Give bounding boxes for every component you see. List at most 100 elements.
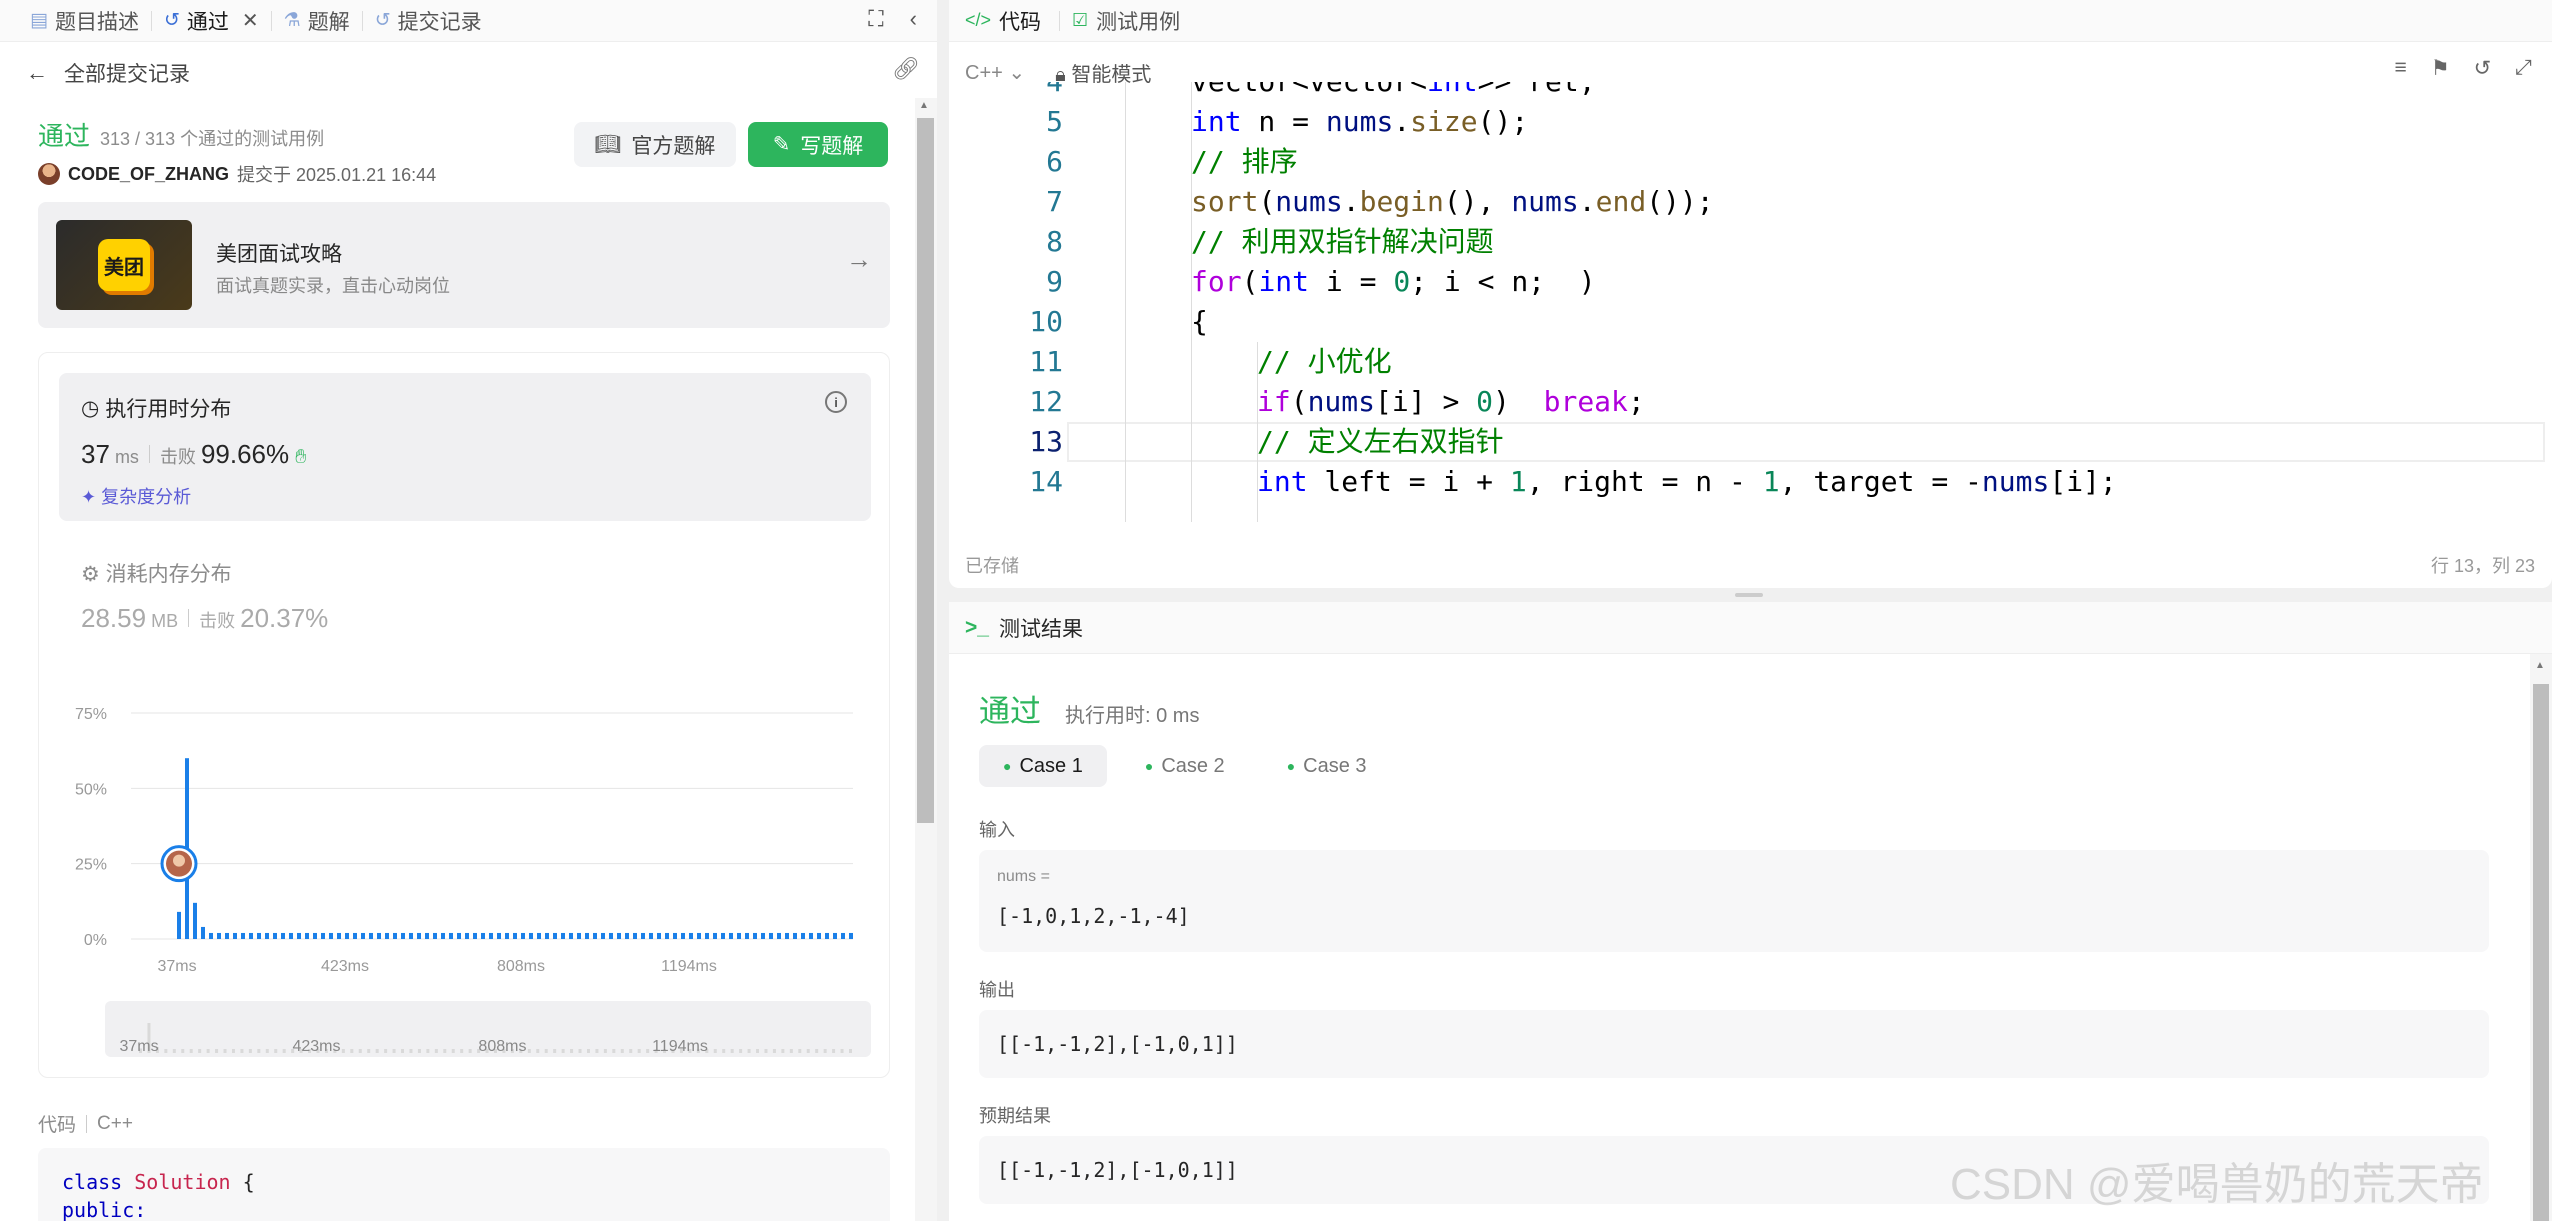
bar (449, 932, 453, 939)
editor-status-bar: 已存储 行 13，列 23 (965, 552, 2535, 578)
x-tick-label: 808ms (497, 958, 545, 973)
panel-resize-handle[interactable] (1735, 593, 1763, 597)
y-tick-label: 0% (84, 932, 107, 949)
scrollbar-thumb[interactable] (917, 118, 934, 823)
clap-icon: ✋︎ (295, 446, 307, 468)
code-token: // 定义左右双指针 (1257, 425, 1504, 458)
tab-divider (361, 10, 363, 31)
bar (241, 932, 245, 939)
line-number: 5 (1046, 105, 1063, 138)
scrollbar-thumb[interactable] (2533, 684, 2549, 1221)
bar (793, 932, 797, 939)
bar (305, 932, 309, 939)
pass-dot-icon: ● (1003, 758, 1012, 774)
mini-bar (434, 1049, 438, 1053)
official-solution-button[interactable]: 📖︎ 官方题解 (574, 122, 736, 167)
editor-tools: ≡ ⚑ ↺ ⤢ (2394, 56, 2532, 81)
code-token: ; i < n; ) (1410, 265, 1596, 298)
bar (601, 932, 605, 939)
write-solution-button[interactable]: ✎ 写题解 (748, 122, 888, 167)
runtime-values: 37 ms 击败 99.66% ✋︎ (81, 439, 307, 470)
case-tab[interactable]: ● Case 3 (1263, 745, 1391, 787)
tab-code[interactable]: </> 代码 (965, 6, 1041, 36)
complexity-link[interactable]: ✦ 复杂度分析 (81, 483, 191, 509)
line-number-gutter: 4 5 6 7 8 9 10 11 12 13 14 (949, 82, 1063, 522)
mini-bar (730, 1049, 734, 1053)
left-scrollbar[interactable]: ▲ (915, 98, 937, 1221)
code-token: if (1257, 385, 1291, 418)
code-token: [i]; (2049, 465, 2117, 498)
back-arrow-icon[interactable]: ← (26, 60, 48, 86)
scroll-up-icon[interactable]: ▲ (2535, 660, 2545, 671)
runtime-distribution-chart[interactable]: 75% 50% 25% 0% 37ms 423ms 808ms 1194ms (39, 693, 891, 973)
scroll-up-icon[interactable]: ▲ (919, 100, 929, 111)
results-title[interactable]: 测试结果 (999, 613, 1083, 643)
author-name[interactable]: CODE_OF_ZHANG (68, 164, 229, 185)
collapse-icon[interactable]: ‹ (910, 6, 917, 32)
tab-testcases[interactable]: ☑ 测试用例 (1072, 6, 1180, 36)
code-line: for(int i = 0; i < n; ) (1191, 262, 1596, 302)
mini-bar (823, 1049, 827, 1053)
x-tick-label: 1194ms (661, 958, 717, 973)
mini-bar (375, 1049, 379, 1053)
chart-range-slider[interactable]: 37ms 423ms 808ms 1194ms (105, 1001, 871, 1057)
mini-bar (443, 1049, 447, 1053)
mini-bar (401, 1049, 405, 1053)
document-icon: ▤ (30, 10, 48, 31)
mini-bar (164, 1049, 168, 1053)
info-icon[interactable]: i (825, 391, 847, 413)
bar (689, 932, 693, 939)
bar (625, 932, 629, 939)
avatar[interactable] (38, 163, 60, 185)
mini-bar (612, 1049, 616, 1053)
all-submissions-link[interactable]: 全部提交记录 (64, 58, 190, 88)
bar (641, 932, 645, 939)
bar (401, 932, 405, 939)
bar (721, 932, 725, 939)
code-token: [i] > (1375, 385, 1477, 418)
runtime-box[interactable]: ◷ 执行用时分布 i 37 ms 击败 99.66% ✋︎ ✦ 复杂度分析 (59, 373, 871, 521)
tab-submissions[interactable]: ↺ 提交记录 (375, 6, 482, 36)
results-scrollbar[interactable]: ▲ (2530, 654, 2552, 1221)
mini-bar (460, 1049, 464, 1053)
mini-bar (426, 1049, 430, 1053)
tab-description[interactable]: ▤ 题目描述 (30, 6, 139, 36)
code-token: (); (1477, 105, 1529, 138)
mini-bar (189, 1049, 193, 1053)
line-number: 6 (1046, 145, 1063, 178)
bar (801, 932, 805, 939)
tab-solutions[interactable]: ⚗ 题解 (284, 6, 350, 36)
fullscreen-icon[interactable]: ⛶ (868, 6, 883, 32)
mini-bar (603, 1049, 607, 1053)
expected-label: 预期结果 (979, 1106, 1051, 1126)
link-icon[interactable]: 🔗︎ (892, 56, 920, 82)
beats-label: 击败 (199, 611, 236, 631)
expand-icon[interactable]: ⤢ (2515, 56, 2532, 81)
line-number: 9 (1046, 265, 1063, 298)
reset-icon[interactable]: ↺ (2474, 56, 2492, 81)
bar (617, 932, 621, 939)
promo-card[interactable]: 美团 美团面试攻略 面试真题实录，直击心动岗位 → (38, 202, 890, 328)
bookmark-icon[interactable]: ⚑ (2431, 56, 2450, 81)
bar (785, 932, 789, 939)
format-icon[interactable]: ≡ (2394, 56, 2406, 81)
close-icon[interactable]: ✕ (242, 8, 259, 33)
promo-title: 美团面试攻略 (216, 243, 342, 266)
code-token: . (1342, 185, 1360, 218)
memory-title[interactable]: ⚙ 消耗内存分布 (81, 558, 232, 588)
case-tab[interactable]: ● Case 1 (979, 745, 1107, 787)
beats-label: 击败 (159, 447, 196, 467)
code-token: , right = n - (1526, 465, 1763, 498)
code-lang: C++ (97, 1112, 133, 1134)
tab-accepted[interactable]: ↺ 通过 ✕ (164, 6, 259, 36)
code-label: 代码 (38, 1115, 77, 1136)
bar (465, 932, 469, 939)
bar (257, 932, 261, 939)
results-header: >_ 测试结果 (949, 602, 2552, 654)
code-area[interactable]: 4567891011121314 vector<vector<int>> ret… (949, 82, 2552, 522)
mini-bar (764, 1049, 768, 1053)
code-lines[interactable]: vector<vector<int>> ret;int n = nums.siz… (1071, 82, 2541, 522)
case-tab[interactable]: ● Case 2 (1121, 745, 1249, 787)
bar (361, 932, 365, 939)
mini-bar (282, 1049, 286, 1053)
